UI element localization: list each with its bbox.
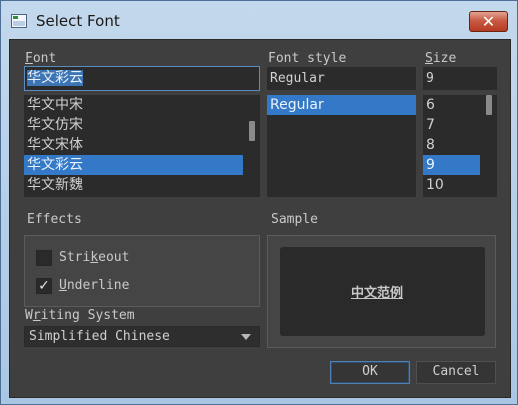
dialog-body: Font 华文彩云 华文中宋 华文仿宋 华文宋体 华文彩云 华文新魏 Font styl… bbox=[9, 39, 511, 398]
font-list-scrollbar-thumb[interactable] bbox=[249, 121, 255, 141]
font-label: Font bbox=[25, 51, 57, 66]
font-name-input[interactable]: 华文彩云 bbox=[24, 66, 260, 91]
cancel-button[interactable]: Cancel bbox=[416, 361, 496, 384]
effects-group: Strikeout ✓ Underline bbox=[24, 235, 260, 307]
underline-checkbox[interactable]: ✓ bbox=[36, 278, 52, 294]
sample-group: 中文范例 bbox=[267, 235, 496, 348]
sample-preview: 中文范例 bbox=[280, 247, 485, 336]
writing-system-value: Simplified Chinese bbox=[29, 329, 170, 344]
size-label: Size bbox=[425, 51, 457, 66]
font-list-item[interactable]: 华文仿宋 bbox=[24, 115, 243, 135]
font-style-list[interactable]: Regular bbox=[267, 95, 416, 197]
size-list-item[interactable]: 7 bbox=[423, 115, 480, 135]
strikeout-checkbox[interactable] bbox=[36, 250, 52, 266]
size-list-item[interactable]: 9 bbox=[423, 155, 480, 175]
size-input[interactable]: 9 bbox=[423, 67, 497, 90]
dropdown-arrow-icon[interactable] bbox=[241, 334, 251, 340]
sample-text: 中文范例 bbox=[351, 286, 404, 301]
font-list-item[interactable]: 华文新魏 bbox=[24, 175, 243, 195]
size-list-item[interactable]: 8 bbox=[423, 135, 480, 155]
font-list-item[interactable]: 华文宋体 bbox=[24, 135, 243, 155]
font-style-label: Font style bbox=[268, 51, 347, 66]
font-name-input-text: 华文彩云 bbox=[27, 70, 83, 86]
strikeout-label[interactable]: Strikeout bbox=[59, 250, 129, 265]
size-list-item[interactable]: 6 bbox=[423, 95, 480, 115]
writing-system-combo[interactable]: Simplified Chinese bbox=[24, 326, 260, 347]
size-list-scrollbar-thumb[interactable] bbox=[486, 95, 492, 115]
writing-system-label: Writing System bbox=[25, 308, 135, 323]
underline-label[interactable]: Underline bbox=[59, 278, 129, 293]
sample-label: Sample bbox=[271, 212, 318, 227]
font-list[interactable]: 华文中宋 华文仿宋 华文宋体 华文彩云 华文新魏 bbox=[24, 95, 260, 197]
title-bar[interactable]: Select Font ✕ bbox=[1, 1, 517, 39]
effects-label: Effects bbox=[27, 212, 82, 227]
close-button[interactable]: ✕ bbox=[469, 11, 508, 32]
font-list-item[interactable]: 华文彩云 bbox=[24, 155, 243, 175]
font-style-input[interactable]: Regular bbox=[267, 67, 416, 90]
font-style-list-item[interactable]: Regular bbox=[267, 95, 416, 115]
select-font-dialog: Select Font ✕ Font 华文彩云 华文中宋 华文仿宋 华文宋体 华文彩云… bbox=[0, 0, 518, 405]
size-list-item[interactable]: 10 bbox=[423, 175, 480, 195]
app-window-icon bbox=[11, 14, 27, 28]
font-list-item[interactable]: 华文中宋 bbox=[24, 95, 243, 115]
ok-button[interactable]: OK bbox=[330, 361, 410, 384]
window-title: Select Font bbox=[36, 12, 120, 30]
size-list[interactable]: 6 7 8 9 10 bbox=[423, 95, 497, 197]
